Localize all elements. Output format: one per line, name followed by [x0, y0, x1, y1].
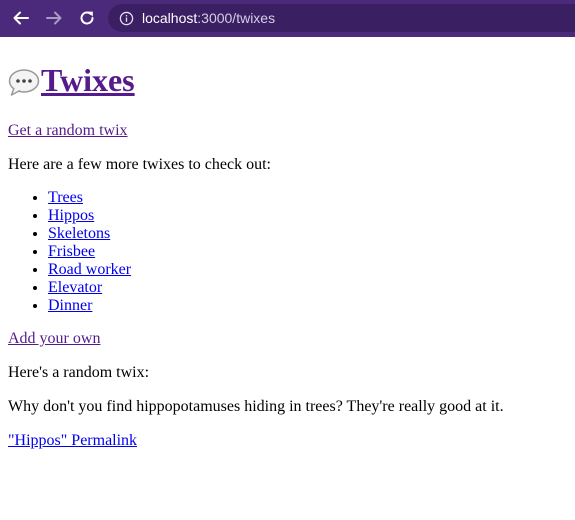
reload-button[interactable]	[75, 6, 99, 30]
list-item: Frisbee	[48, 243, 567, 261]
twix-link-elevator[interactable]: Elevator	[48, 279, 102, 296]
list-item: Elevator	[48, 279, 567, 297]
list-item: Skeletons	[48, 225, 567, 243]
info-icon[interactable]	[118, 10, 134, 26]
twix-link-trees[interactable]: Trees	[48, 189, 83, 206]
add-link-paragraph: Add your own	[8, 329, 567, 349]
browser-toolbar: localhost:3000/twixes	[0, 0, 575, 37]
twix-link-skeletons[interactable]: Skeletons	[48, 225, 110, 242]
back-button[interactable]	[9, 6, 33, 30]
permalink-link[interactable]: "Hippos" Permalink	[8, 432, 137, 449]
list-item: Hippos	[48, 207, 567, 225]
list-item: Dinner	[48, 297, 567, 315]
back-arrow-icon	[13, 11, 29, 25]
forward-arrow-icon	[46, 11, 62, 25]
more-twixes-text: Here are a few more twixes to check out:	[8, 156, 271, 173]
twix-link-hippos[interactable]: Hippos	[48, 207, 94, 224]
page-title: Twixes	[8, 58, 567, 102]
list-item: Trees	[48, 189, 567, 207]
add-your-own-link[interactable]: Add your own	[8, 330, 100, 347]
random-twix-link[interactable]: Get a random twix	[8, 122, 128, 139]
twix-link-road-worker[interactable]: Road worker	[48, 261, 131, 278]
twix-link-dinner[interactable]: Dinner	[48, 297, 92, 314]
permalink-paragraph: "Hippos" Permalink	[8, 431, 567, 451]
url-text: localhost:3000/twixes	[142, 10, 275, 26]
twix-joke-text: Why don't you find hippopotamuses hiding…	[8, 398, 504, 415]
url-host: localhost	[142, 10, 198, 26]
forward-button[interactable]	[42, 6, 66, 30]
twix-list: Trees Hippos Skeletons Frisbee Road work…	[8, 189, 567, 315]
title-text: Twixes	[41, 62, 135, 98]
page-content: Twixes Get a random twix Here are a few …	[0, 58, 575, 451]
address-bar[interactable]: localhost:3000/twixes	[108, 4, 575, 32]
url-path: :3000/twixes	[197, 10, 276, 26]
speech-bubble-icon	[8, 65, 40, 96]
twix-link-frisbee[interactable]: Frisbee	[48, 243, 95, 260]
random-twix-heading: Here's a random twix:	[8, 364, 150, 381]
random-link-paragraph: Get a random twix	[8, 121, 567, 141]
title-link[interactable]: Twixes	[8, 58, 135, 102]
list-item: Road worker	[48, 261, 567, 279]
reload-icon	[80, 11, 94, 25]
